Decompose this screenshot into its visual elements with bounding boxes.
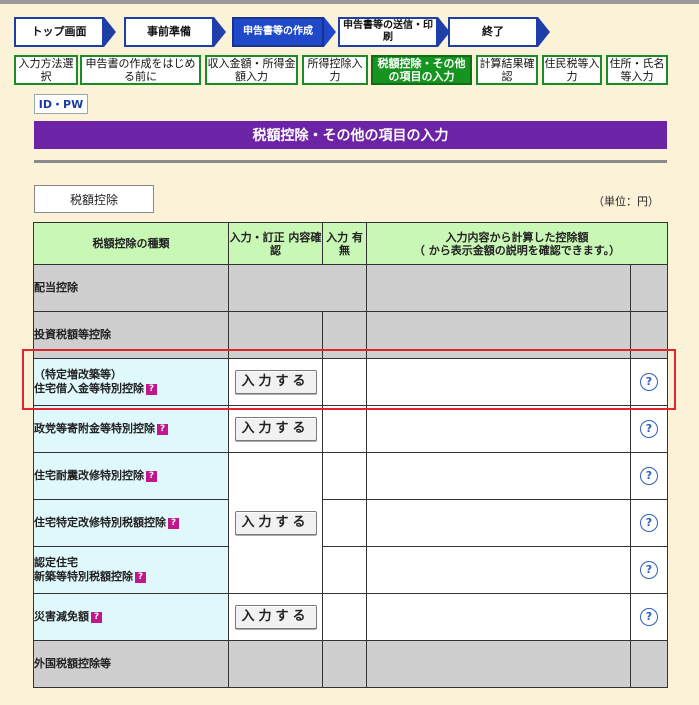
row-label-certified-housing: 認定住宅 新築等特別税額控除? <box>33 546 229 594</box>
row-button-cell: 入力する <box>228 405 323 453</box>
header-amount: 入力内容から計算した控除額 （ から表示金額の説明を確認できます。） <box>365 222 669 265</box>
table-row: 配当控除 <box>33 264 669 312</box>
row-label-line: 新築等特別税額控除? <box>34 570 228 584</box>
unit-label: （単位：円） <box>593 195 659 208</box>
input-button[interactable]: 入力する <box>234 417 317 441</box>
tax-credit-table: 税額控除の種類 入力・訂正 内容確認 入力 有無 入力内容から計算した控除額 （… <box>33 222 669 688</box>
help-icon[interactable]: ? <box>640 561 658 579</box>
id-pw-button[interactable]: ID・PW <box>34 94 88 114</box>
row-label-political-donation: 政党等寄附金等特別控除? <box>33 405 229 453</box>
row-cell-empty <box>228 264 367 312</box>
question-icon[interactable]: ? <box>91 611 102 623</box>
table-row: 認定住宅 新築等特別税額控除? ? <box>33 546 669 594</box>
question-icon[interactable]: ? <box>157 423 168 435</box>
row-button-cell: 入力する <box>228 593 323 641</box>
row-amount <box>366 405 631 453</box>
row-label-dividend: 配当控除 <box>33 264 229 312</box>
row-help: ? <box>629 593 669 641</box>
step-preparation[interactable]: 事前準備 <box>124 17 214 47</box>
row-label-disaster: 災害減免額? <box>33 593 229 641</box>
header-input: 入力 有無 <box>322 222 367 265</box>
help-icon[interactable]: ? <box>640 608 658 626</box>
input-button[interactable]: 入力する <box>234 605 317 629</box>
substep-tax-credit[interactable]: 税額控除・その他の項目の入力 <box>371 55 472 85</box>
step-arrow <box>324 17 336 47</box>
substep-address-name[interactable]: 住所・氏名等入力 <box>606 55 668 85</box>
step-finish[interactable]: 終了 <box>448 17 538 47</box>
question-icon[interactable]: ? <box>146 470 157 482</box>
table-row: 政党等寄附金等特別控除? 入力する ? <box>33 405 669 453</box>
row-help: ? <box>629 546 669 594</box>
step-top-screen[interactable]: トップ画面 <box>14 17 104 47</box>
substep-input-method[interactable]: 入力方法選択 <box>14 55 78 85</box>
row-help: ? <box>629 452 669 500</box>
row-input-flag <box>322 405 367 453</box>
row-cell-empty <box>322 640 367 688</box>
section-label: 税額控除 <box>34 185 154 213</box>
divider <box>34 160 667 163</box>
table-header-row: 税額控除の種類 入力・訂正 内容確認 入力 有無 入力内容から計算した控除額 （… <box>33 222 669 265</box>
step-send-print[interactable]: 申告書等の送信・印刷 <box>338 17 438 47</box>
page-title: 税額控除・その他の項目の入力 <box>34 121 667 149</box>
row-help: ? <box>629 499 669 547</box>
row-amount <box>366 499 631 547</box>
substep-calc-result[interactable]: 計算結果確認 <box>476 55 538 85</box>
row-amount <box>366 546 631 594</box>
substep-deduction-input[interactable]: 所得控除入力 <box>302 55 368 85</box>
table-row: 災害減免額? 入力する ? <box>33 593 669 641</box>
table-row: 住宅耐震改修特別控除? 入力する ? <box>33 452 669 594</box>
help-icon[interactable]: ? <box>640 420 658 438</box>
substep-before-start[interactable]: 申告書の作成をはじめる前に <box>80 55 201 85</box>
input-button[interactable]: 入力する <box>234 511 317 535</box>
header-confirm: 入力・訂正 内容確認 <box>228 222 323 265</box>
row-label-foreign-tax: 外国税額控除等 <box>33 640 229 688</box>
row-label-specific-renovation: 住宅特定改修特別税額控除? <box>33 499 229 547</box>
step-arrow <box>214 17 226 47</box>
row-input-flag <box>322 452 367 500</box>
help-icon[interactable]: ? <box>640 514 658 532</box>
help-icon[interactable]: ? <box>640 467 658 485</box>
row-help <box>629 264 669 312</box>
row-label-seismic: 住宅耐震改修特別控除? <box>33 452 229 500</box>
row-amount <box>366 593 631 641</box>
row-button-cell: 入力する <box>228 452 323 594</box>
highlight-box <box>22 349 676 410</box>
substep-resident-tax[interactable]: 住民税等入力 <box>542 55 602 85</box>
table-row: 外国税額控除等 <box>33 640 669 688</box>
header-type: 税額控除の種類 <box>33 222 229 265</box>
table-row: 住宅特定改修特別税額控除? ? <box>33 499 669 547</box>
header-amount-note: （ から表示金額の説明を確認できます。） <box>413 243 621 257</box>
row-input-flag <box>322 593 367 641</box>
top-border <box>0 0 699 4</box>
row-help <box>629 640 669 688</box>
step-arrow <box>104 17 116 47</box>
header-amount-title: 入力内容から計算した控除額 <box>445 230 589 244</box>
substep-income-input[interactable]: 収入金額・所得金額入力 <box>205 55 298 85</box>
row-input-flag <box>322 546 367 594</box>
row-amount <box>366 452 631 500</box>
question-icon[interactable]: ? <box>168 517 179 529</box>
step-arrow <box>538 17 550 47</box>
question-icon[interactable]: ? <box>135 571 146 583</box>
row-amount <box>366 264 631 312</box>
row-label-line: 認定住宅 <box>34 556 78 569</box>
row-amount <box>366 640 631 688</box>
row-help: ? <box>629 405 669 453</box>
step-create-return[interactable]: 申告書等の作成 <box>232 17 324 47</box>
row-input-flag <box>322 499 367 547</box>
row-cell-empty <box>228 640 323 688</box>
